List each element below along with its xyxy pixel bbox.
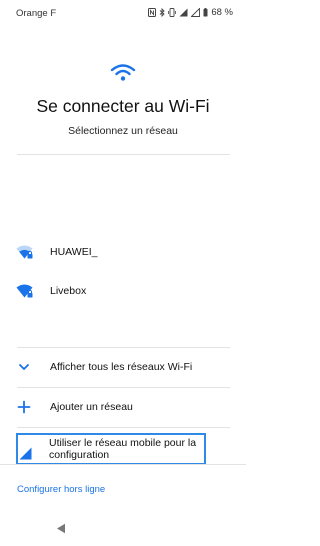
- page-subtitle: Sélectionnez un réseau: [68, 125, 178, 137]
- network-item-livebox[interactable]: Livebox: [0, 272, 246, 312]
- divider: [17, 427, 230, 428]
- chevron-down-icon: [19, 364, 29, 371]
- mobile-signal-icon: [19, 447, 32, 460]
- use-mobile-network-button[interactable]: Utiliser le réseau mobile pour la config…: [16, 433, 206, 465]
- back-icon[interactable]: [56, 523, 66, 534]
- page-title: Se connecter au Wi-Fi: [36, 96, 210, 116]
- plus-icon: [17, 400, 31, 414]
- add-network-label: Ajouter un réseau: [50, 401, 133, 413]
- status-icons: 68 %: [148, 7, 233, 18]
- network-name: HUAWEI_: [50, 246, 98, 258]
- network-name: Livebox: [50, 285, 87, 297]
- configure-offline-link[interactable]: Configurer hors ligne: [17, 484, 105, 495]
- bluetooth-icon: [159, 8, 166, 17]
- wifi-locked-icon: [16, 245, 33, 259]
- add-network-button[interactable]: Ajouter un réseau: [0, 388, 246, 428]
- battery-icon: [203, 8, 208, 17]
- network-item-huawei[interactable]: HUAWEI_: [0, 233, 246, 273]
- status-bar: Orange F 68 %: [0, 0, 246, 26]
- signal-icon: [179, 8, 188, 17]
- wifi-icon: [110, 64, 136, 81]
- divider: [17, 154, 230, 155]
- nfc-icon: [148, 8, 157, 17]
- carrier-label: Orange F: [16, 8, 57, 19]
- use-mobile-label: Utiliser le réseau mobile pour la config…: [49, 437, 197, 461]
- show-all-label: Afficher tous les réseaux Wi-Fi: [50, 361, 193, 373]
- wifi-locked-icon: [16, 284, 33, 298]
- battery-percent: 68 %: [211, 7, 233, 18]
- vibrate-icon: [168, 8, 177, 17]
- show-all-networks-button[interactable]: Afficher tous les réseaux Wi-Fi: [0, 348, 246, 388]
- signal-icon-2: [191, 8, 201, 17]
- divider: [0, 464, 246, 465]
